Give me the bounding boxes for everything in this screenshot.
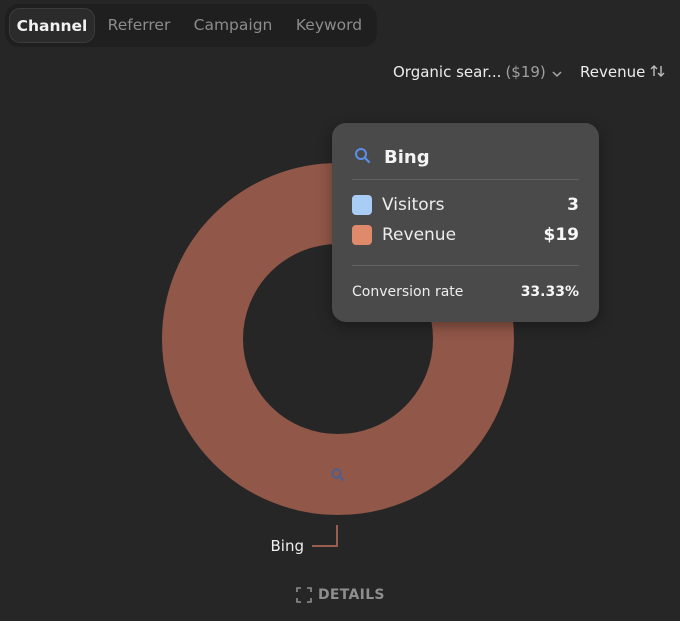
- tooltip-divider: [352, 265, 579, 266]
- chart-tooltip: Bing Visitors 3 Revenue $19 Conversion r…: [332, 123, 599, 322]
- filter-label: Organic sear...: [393, 63, 502, 81]
- revenue-swatch: [352, 225, 372, 245]
- details-button[interactable]: DETAILS: [296, 586, 385, 604]
- tab-referrer[interactable]: Referrer: [99, 8, 179, 43]
- visitors-swatch: [352, 195, 372, 215]
- tooltip-row-value: 3: [567, 195, 579, 215]
- tooltip-header: Bing: [354, 145, 430, 169]
- sort-metric-button[interactable]: Revenue: [580, 63, 665, 85]
- tab-channel[interactable]: Channel: [9, 8, 95, 43]
- sort-arrows-icon: [650, 64, 665, 82]
- tooltip-row-visitors: Visitors 3: [352, 194, 579, 216]
- search-icon: [354, 147, 371, 168]
- tooltip-row-label: Visitors: [382, 195, 445, 215]
- tooltip-row-revenue: Revenue $19: [352, 224, 579, 246]
- analytics-panel: Bing Channel Referrer Campaign Keyword O…: [0, 0, 680, 621]
- tab-keyword[interactable]: Keyword: [287, 8, 371, 43]
- channel-filter-dropdown[interactable]: Organic sear... ($19): [393, 63, 562, 85]
- details-label: DETAILS: [318, 587, 385, 603]
- expand-icon: [296, 587, 312, 603]
- tooltip-title: Bing: [384, 146, 430, 168]
- slice-leader-line: [312, 525, 338, 547]
- tooltip-divider: [352, 179, 579, 180]
- tooltip-row-label: Revenue: [382, 225, 457, 245]
- conversion-value: 33.33%: [520, 284, 579, 300]
- sort-label: Revenue: [580, 63, 646, 81]
- tooltip-row-value: $19: [543, 225, 580, 245]
- tooltip-conversion-row: Conversion rate 33.33%: [352, 282, 579, 302]
- dimension-tabs: Channel Referrer Campaign Keyword: [5, 4, 377, 47]
- chevron-down-icon: [552, 64, 562, 82]
- conversion-label: Conversion rate: [352, 284, 464, 300]
- filter-amount: ($19): [505, 63, 546, 81]
- slice-label: Bing: [271, 537, 305, 555]
- tab-campaign[interactable]: Campaign: [185, 8, 281, 43]
